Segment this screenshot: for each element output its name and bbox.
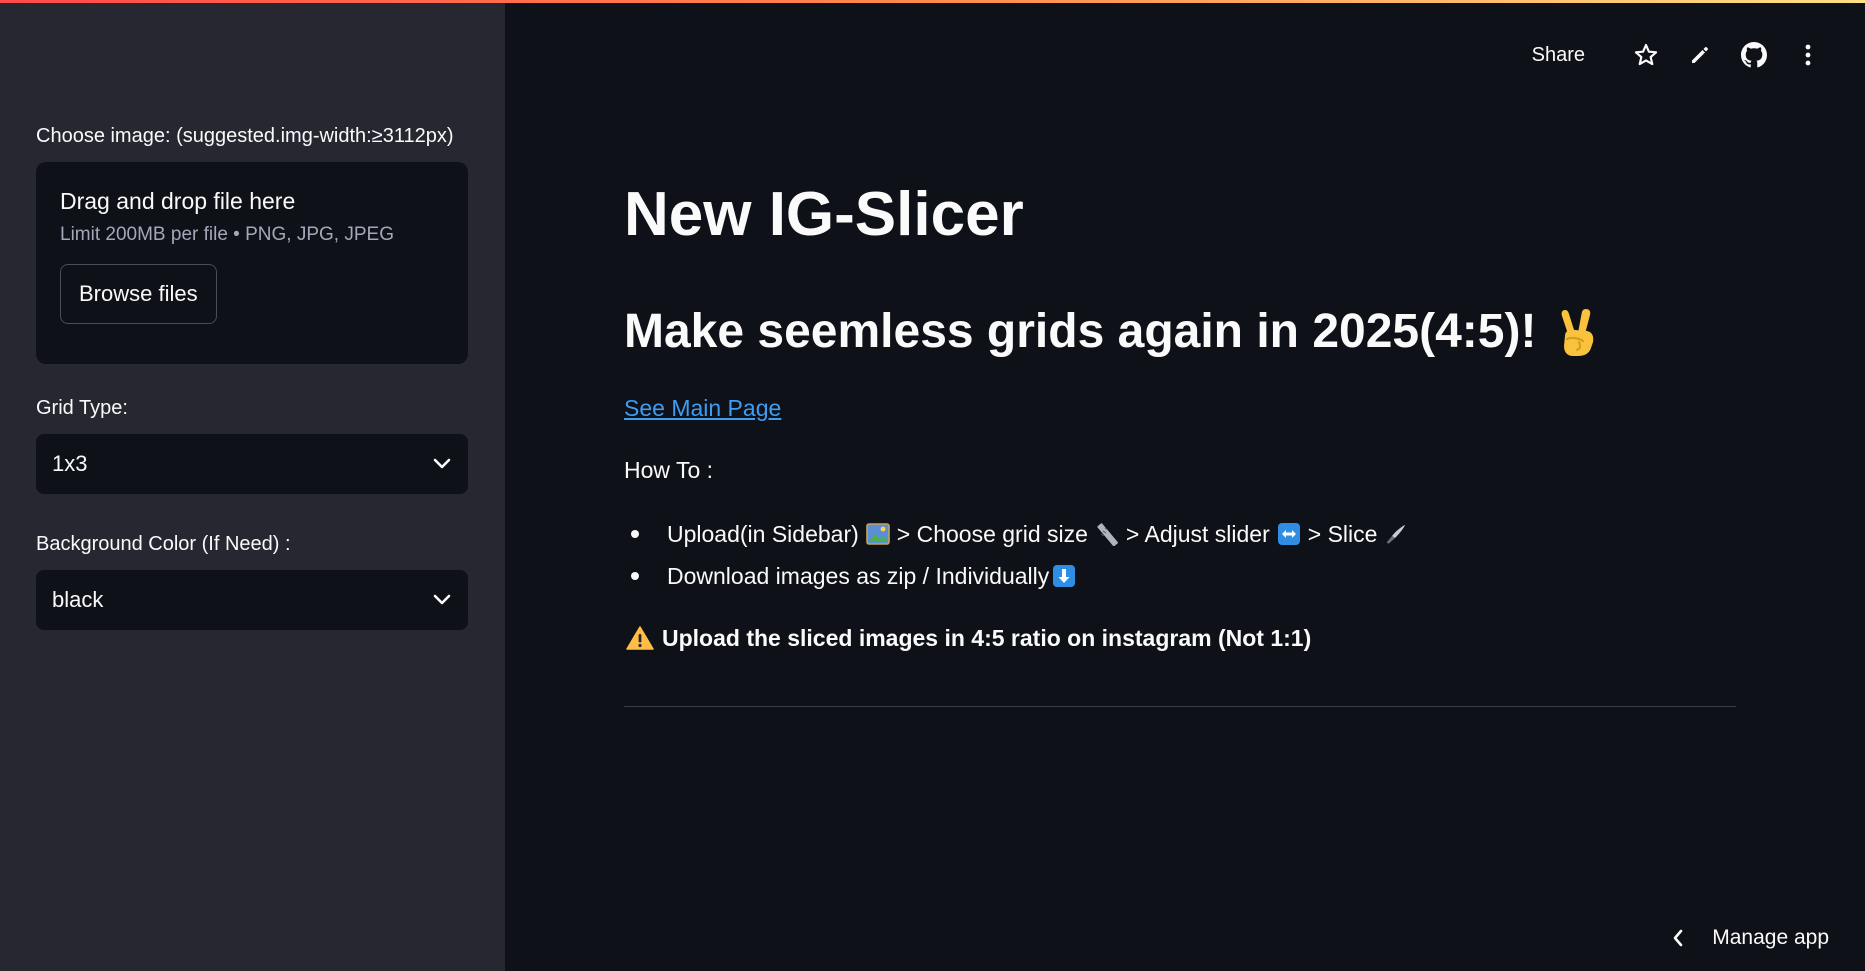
background-color-label: Background Color (If Need) : <box>36 533 291 555</box>
dropzone-limit-text: Limit 200MB per file • PNG, JPG, JPEG <box>60 224 394 245</box>
horizontal-divider <box>624 706 1736 707</box>
left-right-arrow-icon <box>1276 521 1302 547</box>
knife-icon <box>1383 521 1409 547</box>
ruler-icon <box>1094 521 1120 547</box>
down-arrow-icon <box>1051 563 1077 589</box>
chevron-left-icon <box>1672 929 1684 947</box>
step-text: > Choose grid size <box>896 521 1088 547</box>
warning-text: Upload the sliced images in 4:5 ratio on… <box>662 625 1312 651</box>
chevron-down-icon <box>432 454 452 474</box>
how-to-label: How To : <box>624 457 714 483</box>
page-subtitle: Make seemless grids again in 2025(4:5)! <box>624 300 1602 364</box>
list-item: Upload(in Sidebar) > Choose grid size > … <box>624 518 1415 550</box>
browse-files-button[interactable]: Browse files <box>60 264 217 324</box>
app-toolbar: Share <box>1532 38 1825 72</box>
page-title: New IG-Slicer <box>624 180 1024 249</box>
bullet-dot <box>631 530 639 538</box>
step-text: > Slice <box>1307 521 1378 547</box>
more-vertical-icon[interactable] <box>1791 38 1825 72</box>
victory-hand-icon <box>1550 306 1602 358</box>
see-main-page-link[interactable]: See Main Page <box>624 392 781 424</box>
background-color-select[interactable]: black <box>36 570 468 630</box>
grid-type-select[interactable]: 1x3 <box>36 434 468 494</box>
top-decoration-stripe <box>0 0 1865 3</box>
warning-message: Upload the sliced images in 4:5 ratio on… <box>626 622 1311 654</box>
step-text: Upload(in Sidebar) <box>667 521 859 547</box>
edit-icon[interactable] <box>1683 38 1717 72</box>
warning-icon <box>626 626 654 650</box>
share-button[interactable]: Share <box>1532 44 1585 67</box>
github-icon[interactable] <box>1737 38 1771 72</box>
list-item: Download images as zip / Individually <box>624 560 1415 592</box>
bullet-dot <box>631 572 639 580</box>
chevron-down-icon <box>432 590 452 610</box>
grid-type-label: Grid Type: <box>36 397 128 419</box>
picture-icon <box>865 521 891 547</box>
manage-app-label: Manage app <box>1712 926 1829 949</box>
step-text: Download images as zip / Individually <box>667 563 1050 589</box>
sidebar: Choose image: (suggested.img-width:≥3112… <box>0 0 505 971</box>
grid-type-value: 1x3 <box>52 451 88 476</box>
step-text: > Adjust slider <box>1125 521 1270 547</box>
background-color-value: black <box>52 587 104 612</box>
file-dropzone[interactable]: Drag and drop file here Limit 200MB per … <box>36 162 468 364</box>
how-to-steps-list: Upload(in Sidebar) > Choose grid size > … <box>624 518 1415 602</box>
star-icon[interactable] <box>1629 38 1663 72</box>
manage-app-button[interactable]: Manage app <box>1672 923 1829 953</box>
uploader-label: Choose image: (suggested.img-width:≥3112… <box>36 125 454 147</box>
dropzone-title: Drag and drop file here <box>60 188 296 214</box>
page-subtitle-text: Make seemless grids again in 2025(4:5)! <box>624 305 1537 358</box>
